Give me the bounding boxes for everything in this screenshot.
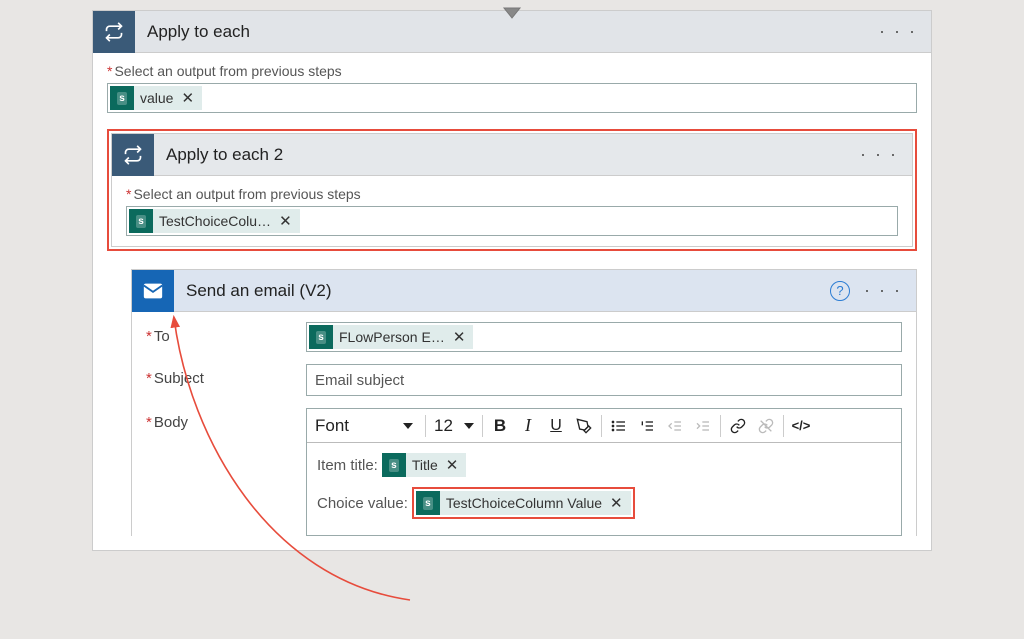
token-flowperson: s FLowPerson E… ✕ xyxy=(309,325,473,349)
output-input[interactable]: s TestChoiceColu… ✕ xyxy=(126,206,898,236)
body-label: *Body xyxy=(146,408,306,431)
font-size-select[interactable]: 12 xyxy=(430,409,478,442)
highlight-annotation: Apply to each 2 · · · *Select an output … xyxy=(107,129,917,251)
apply-to-each-2-title: Apply to each 2 xyxy=(154,145,860,165)
sharepoint-icon: s xyxy=(309,325,333,349)
send-email-header[interactable]: Send an email (V2) ? · · · xyxy=(132,270,916,312)
remove-token-button[interactable]: ✕ xyxy=(451,328,468,346)
chevron-down-icon xyxy=(403,423,413,429)
bold-button[interactable]: B xyxy=(487,413,513,439)
token-label: TestChoiceColu… xyxy=(159,213,271,229)
token-label: Title xyxy=(412,457,438,473)
italic-button[interactable]: I xyxy=(515,413,541,439)
token-testchoicecolumn-value: s TestChoiceColumn Value ✕ xyxy=(416,491,631,515)
body-text: Item title: xyxy=(317,457,378,474)
numbered-list-button[interactable] xyxy=(634,413,660,439)
output-input[interactable]: s value ✕ xyxy=(107,83,917,113)
sharepoint-icon: s xyxy=(110,86,134,110)
remove-token-button[interactable]: ✕ xyxy=(608,494,625,512)
subject-label: *Subject xyxy=(146,364,306,387)
remove-token-button[interactable]: ✕ xyxy=(277,212,294,230)
loop-icon xyxy=(93,11,135,53)
loop-icon xyxy=(112,134,154,176)
to-input[interactable]: s FLowPerson E… ✕ xyxy=(306,322,902,352)
outdent-button[interactable] xyxy=(662,413,688,439)
output-label: *Select an output from previous steps xyxy=(126,186,898,202)
token-label: FLowPerson E… xyxy=(339,329,445,345)
body-editor: Font 12 B I U xyxy=(306,408,902,536)
highlight-button[interactable] xyxy=(571,413,597,439)
sharepoint-icon: s xyxy=(382,453,406,477)
apply-to-each-2-header[interactable]: Apply to each 2 · · · xyxy=(112,134,912,176)
sharepoint-icon: s xyxy=(129,209,153,233)
body-content[interactable]: Item title: s Title ✕ Choice value xyxy=(307,443,901,535)
outlook-icon xyxy=(132,270,174,312)
indent-button[interactable] xyxy=(690,413,716,439)
connector-arrow xyxy=(500,6,524,23)
chevron-down-icon xyxy=(464,423,474,429)
sharepoint-icon: s xyxy=(416,491,440,515)
remove-token-button[interactable]: ✕ xyxy=(179,89,196,107)
more-button[interactable]: · · · xyxy=(864,280,902,301)
token-label: TestChoiceColumn Value xyxy=(446,495,602,511)
subject-input[interactable] xyxy=(306,364,902,396)
token-title: s Title ✕ xyxy=(382,453,467,477)
apply-to-each-2-card: Apply to each 2 · · · *Select an output … xyxy=(111,133,913,247)
underline-button[interactable]: U xyxy=(543,413,569,439)
token-label: value xyxy=(140,90,173,106)
output-label: *Select an output from previous steps xyxy=(107,63,917,79)
remove-token-button[interactable]: ✕ xyxy=(444,456,461,474)
code-view-button[interactable]: </> xyxy=(788,413,814,439)
to-label: *To xyxy=(146,322,306,345)
highlight-annotation: s TestChoiceColumn Value ✕ xyxy=(412,487,635,519)
more-button[interactable]: · · · xyxy=(879,21,917,42)
help-button[interactable]: ? xyxy=(830,281,850,301)
send-email-card: Send an email (V2) ? · · · *To s xyxy=(131,269,917,536)
send-email-title: Send an email (V2) xyxy=(174,281,830,301)
token-testchoice: s TestChoiceColu… ✕ xyxy=(129,209,300,233)
rich-text-toolbar: Font 12 B I U xyxy=(307,409,901,443)
font-select[interactable]: Font xyxy=(311,409,421,442)
bullet-list-button[interactable] xyxy=(606,413,632,439)
apply-to-each-title: Apply to each xyxy=(135,22,879,42)
more-button[interactable]: · · · xyxy=(860,144,898,165)
token-value: s value ✕ xyxy=(110,86,202,110)
unlink-button[interactable] xyxy=(753,413,779,439)
link-button[interactable] xyxy=(725,413,751,439)
body-text: Choice value: xyxy=(317,495,408,512)
apply-to-each-card: Apply to each · · · *Select an output fr… xyxy=(92,10,932,551)
